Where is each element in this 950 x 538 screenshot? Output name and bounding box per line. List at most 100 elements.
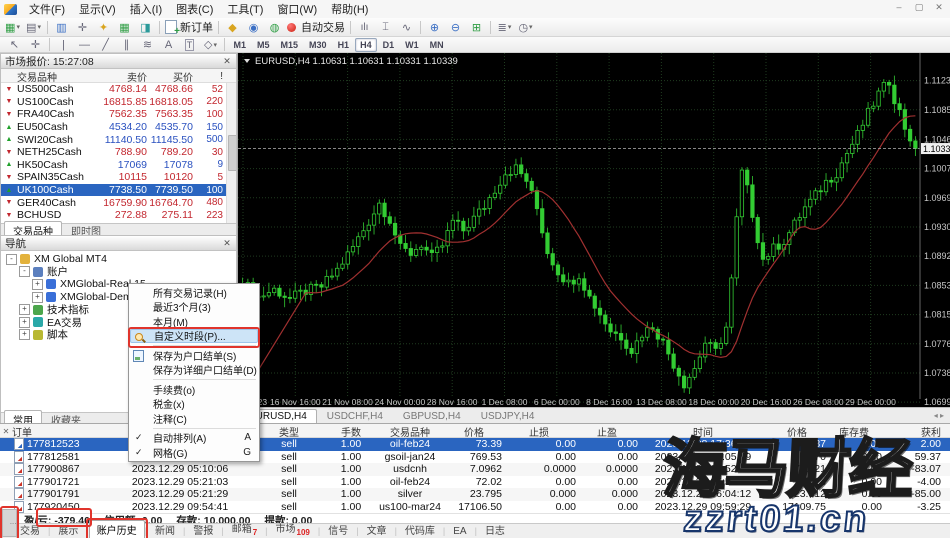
menu-item-手续费-o-[interactable]: 手续费(o) xyxy=(129,382,259,397)
order-row[interactable]: 1779204502023.12.29 09:54:41sell1.00us10… xyxy=(0,501,950,514)
docked-sidebar-tab[interactable]: ⋮ xyxy=(2,509,17,537)
col-spread[interactable]: ! xyxy=(193,71,236,82)
bar-chart-type-button[interactable]: ılı xyxy=(354,18,375,36)
autotrade-button[interactable]: 自动交易 xyxy=(285,18,347,36)
terminal-tab-EA[interactable]: EA xyxy=(445,524,474,538)
indicators-dropdown[interactable]: ≣▾ xyxy=(494,18,515,36)
market-watch-row[interactable]: ▲HK50Cash17069170789 xyxy=(1,159,236,172)
hline-tool[interactable]: — xyxy=(74,36,95,54)
tree-expander-icon[interactable]: - xyxy=(6,254,17,265)
text-tool[interactable]: A xyxy=(158,36,179,54)
menu-item-自定义时段-P-[interactable]: 自定义时段(P)... xyxy=(130,329,258,344)
menu-插入(I)[interactable]: 插入(I) xyxy=(123,0,169,19)
strategy-tester-toggle[interactable]: ◨ xyxy=(135,18,156,36)
channel-tool[interactable]: ∥ xyxy=(116,36,137,54)
tab-scroll-arrows[interactable]: ◂ ▸ xyxy=(934,411,944,420)
terminal-toggle[interactable]: ▦ xyxy=(114,18,135,36)
navigator-toggle[interactable]: ✦ xyxy=(93,18,114,36)
col-bid[interactable]: 卖价 xyxy=(103,69,147,84)
market-watch-toggle[interactable]: ▥ xyxy=(51,18,72,36)
chart-tab-USDCHF,H4[interactable]: USDCHF,H4 xyxy=(317,409,393,423)
market-watch-row[interactable]: ▼US100Cash16815.8516818.05220 xyxy=(1,96,236,109)
market-watch-row[interactable]: ▼FRA40Cash7562.357563.35100 xyxy=(1,108,236,121)
tile-windows-button[interactable]: ⊞ xyxy=(466,18,487,36)
header-交易品种-4[interactable]: 交易品种 xyxy=(374,424,446,439)
market-watch-row[interactable]: ▲SWI20Cash11140.5011145.50500 xyxy=(1,133,236,146)
market-watch-row[interactable]: ▼BCHUSD272.88275.11223 xyxy=(1,209,236,222)
cursor-tool[interactable]: ↖ xyxy=(4,36,25,54)
fibonacci-tool[interactable]: ≋ xyxy=(137,36,158,54)
zoom-in-button[interactable]: ⊕ xyxy=(424,18,445,36)
header-订单-0[interactable]: 订单 xyxy=(12,424,110,439)
close-icon[interactable]: ✕ xyxy=(222,56,232,67)
terminal-tab-展示[interactable]: 展示 xyxy=(50,520,86,538)
market-watch-row[interactable]: ▼NETH25Cash788.90789.2030 xyxy=(1,146,236,159)
community-button[interactable]: ◉ xyxy=(243,18,264,36)
timeframe-M15[interactable]: M15 xyxy=(276,38,304,52)
periods-dropdown[interactable]: ◷▾ xyxy=(515,18,536,36)
label-tool[interactable]: T xyxy=(179,36,200,54)
menu-显示(V)[interactable]: 显示(V) xyxy=(72,0,123,19)
menu-item-保存为详细户口结单-D-[interactable]: 保存为详细户口结单(D) xyxy=(129,363,259,378)
market-watch-row[interactable]: ▼GER40Cash16759.9016764.70480 xyxy=(1,196,236,209)
menu-帮助(H)[interactable]: 帮助(H) xyxy=(324,0,375,19)
timeframe-W1[interactable]: W1 xyxy=(400,38,424,52)
market-watch-row[interactable]: ▼US500Cash4768.144768.6652 xyxy=(1,83,236,96)
timeframe-D1[interactable]: D1 xyxy=(378,38,400,52)
menu-item-本月-M-[interactable]: 本月(M) xyxy=(129,314,259,329)
tree-expander-icon[interactable]: + xyxy=(19,317,30,328)
tree-expander-icon[interactable]: + xyxy=(32,292,43,303)
timeframe-M30[interactable]: M30 xyxy=(304,38,332,52)
menu-文件(F)[interactable]: 文件(F) xyxy=(22,0,72,19)
timeframe-M1[interactable]: M1 xyxy=(229,38,252,52)
market-watch-row[interactable]: ▼LTCUSD73.4073.80140 xyxy=(1,222,236,223)
header-获利-11[interactable]: 获利 xyxy=(882,424,950,439)
close-button[interactable]: ✕ xyxy=(932,2,946,13)
scrollbar-thumb[interactable] xyxy=(228,135,236,171)
market-watch-row[interactable]: ▼SPAIN35Cash10115101205 xyxy=(1,171,236,184)
col-symbol[interactable]: 交易品种 xyxy=(17,69,103,84)
vline-tool[interactable]: | xyxy=(53,36,74,54)
menu-item-税金-x-[interactable]: 税金(x) xyxy=(129,397,259,412)
market-watch-row[interactable]: ▲UK100Cash7738.507739.50100 xyxy=(1,184,236,197)
terminal-tab-日志[interactable]: 日志 xyxy=(477,520,513,538)
market-watch-row[interactable]: ▲EU50Cash4534.204535.70150 xyxy=(1,121,236,134)
web-button[interactable]: ◍ xyxy=(264,18,285,36)
terminal-tab-邮箱[interactable]: 邮箱7 xyxy=(224,518,265,538)
data-window-toggle[interactable]: ✛ xyxy=(72,18,93,36)
tree-expander-icon[interactable]: + xyxy=(19,329,30,340)
terminal-tab-新闻[interactable]: 新闻 xyxy=(147,520,183,538)
chart-window[interactable]: 1.112351.108501.104601.100751.096901.093… xyxy=(237,53,950,407)
restore-button[interactable]: ▢ xyxy=(912,2,926,13)
candlestick-chart[interactable]: 1.112351.108501.104601.100751.096901.093… xyxy=(238,53,950,406)
tree-expander-icon[interactable]: - xyxy=(19,266,30,277)
terminal-tab-市场[interactable]: 市场109 xyxy=(268,518,318,538)
terminal-tab-账户历史[interactable]: 账户历史 xyxy=(89,520,145,538)
header-止损-6[interactable]: 止损 xyxy=(502,424,576,439)
col-ask[interactable]: 买价 xyxy=(147,69,193,84)
terminal-tab-交易[interactable]: 交易 xyxy=(12,520,48,538)
menu-item-保存为户口结单-S-[interactable]: 保存为户口结单(S) xyxy=(129,348,259,363)
menu-item-网格-G-[interactable]: ✓网格(G)G xyxy=(129,445,259,460)
tree-expander-icon[interactable]: + xyxy=(19,304,30,315)
timeframe-M5[interactable]: M5 xyxy=(252,38,275,52)
header-价格-9[interactable]: 价格 xyxy=(768,424,826,439)
tree-item-账户[interactable]: -账户 xyxy=(1,266,236,279)
header-手数-3[interactable]: 手数 xyxy=(328,424,374,439)
timeframe-MN[interactable]: MN xyxy=(425,38,449,52)
tree-item-XM Global MT4[interactable]: -XM Global MT4 xyxy=(1,253,236,266)
menu-item-最近3个月-3-[interactable]: 最近3个月(3) xyxy=(129,300,259,315)
candle-chart-type-button[interactable]: ⌶ xyxy=(375,18,396,36)
timeframe-H4[interactable]: H4 xyxy=(355,38,377,52)
menu-item-自动排列-A-[interactable]: ✓自动排列(A)A xyxy=(129,431,259,446)
order-row[interactable]: 1779017912023.12.29 05:21:29sell1.00silv… xyxy=(0,488,950,501)
tree-expander-icon[interactable]: + xyxy=(32,279,43,290)
minimize-button[interactable]: – xyxy=(892,2,906,13)
crosshair-tool[interactable]: ✛ xyxy=(25,36,46,54)
close-icon[interactable]: ✕ xyxy=(222,238,232,249)
header-价格-5[interactable]: 价格 xyxy=(446,424,502,439)
order-row[interactable]: 1779017212023.12.29 05:21:03sell1.00oil-… xyxy=(0,476,950,489)
trendline-tool[interactable]: ╱ xyxy=(95,36,116,54)
menu-item-注释-C-[interactable]: 注释(C) xyxy=(129,411,259,426)
terminal-tab-信号[interactable]: 信号 xyxy=(320,520,356,538)
